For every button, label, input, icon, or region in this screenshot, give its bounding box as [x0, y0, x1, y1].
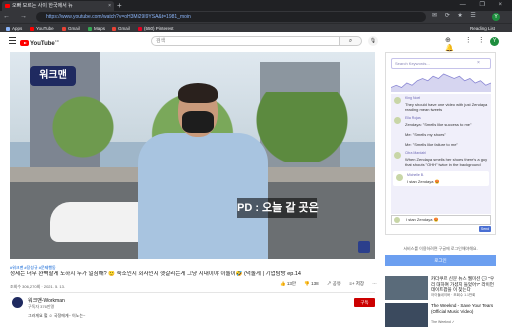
user-avatar-icon	[394, 217, 400, 223]
youtube-logo[interactable]: YouTubeKR	[20, 37, 59, 47]
recommendation-item[interactable]: The Weeknd - Save Your Tears (Official M…	[385, 303, 496, 327]
search-icon[interactable]: ⌕	[340, 36, 362, 46]
channel-watermark[interactable]	[358, 241, 370, 253]
youtube-header: YouTubeKR 검색 ⌕ 🎙 ⊕ ⋮⋮ 🔔 Y	[0, 32, 512, 52]
subscribe-button[interactable]: 구독	[354, 298, 375, 307]
youtube-favicon-icon	[5, 4, 10, 8]
menu-icon[interactable]	[9, 37, 16, 44]
like-button[interactable]: 👍 13만	[280, 281, 296, 286]
maps-icon	[88, 26, 92, 31]
channel-name[interactable]: 워크맨-Workman	[28, 297, 65, 304]
save-button[interactable]: ≡+ 저장	[349, 281, 364, 286]
url-field[interactable]: https://www.youtube.com/watch?v=oH3Mi29I…	[36, 12, 426, 22]
youtube-icon	[30, 26, 34, 31]
user-avatar-icon	[394, 117, 401, 124]
divider	[10, 292, 375, 293]
mic-icon[interactable]: 🎙	[368, 36, 378, 46]
activity-graph	[391, 73, 491, 92]
video-description: 그러게요 헐 ☺ 국정에게~ 이노는~	[28, 313, 86, 318]
tab-close-icon[interactable]: ×	[108, 1, 111, 11]
video-actions: 👍 13만 👎 138 ↗ 공유 ≡+ 저장 ⋯	[280, 281, 384, 287]
user-avatar[interactable]: Y	[490, 37, 499, 46]
chat-message: Me: "Smells my shoes"	[405, 132, 446, 137]
recommendation-title[interactable]: The Weeknd - Save Your Tears (Official M…	[431, 303, 496, 319]
gmail-icon	[62, 26, 66, 31]
video-player[interactable]: 워크맨 PD : 오늘 갈 곳은	[10, 52, 375, 259]
channel-avatar[interactable]	[12, 297, 23, 308]
subscriber-count: 구독자 376만명	[28, 304, 55, 309]
view-count: 조회수 306,270회 · 2021. 5. 13.	[10, 284, 65, 289]
more-button[interactable]: ⋯	[372, 281, 377, 286]
search-input[interactable]: 검색	[151, 36, 340, 46]
chat-message: Citra Mardahl When Zendaya smells her sho…	[391, 149, 491, 169]
tab-strip: 오빠 모르는 사이 한국에서 뉴 × + — ❐ ×	[0, 0, 512, 11]
user-avatar-icon	[394, 152, 401, 159]
extension-icons[interactable]: ✉ ⟳ ★ ☰	[432, 12, 479, 19]
person-image	[138, 67, 268, 259]
address-bar: ← → ⟳ https://www.youtube.com/watch?v=oH…	[0, 11, 512, 23]
profile-avatar[interactable]: Y	[492, 13, 500, 21]
recommendation-title[interactable]: 카더쿠르 신문 뉴스 웹미션 💬 "우리 대하여 가셨지 들었어?" 라이언 데…	[431, 276, 496, 292]
share-button[interactable]: ↗ 공유	[327, 281, 341, 286]
chat-message: Me: "Smells like failure to me"	[405, 142, 458, 147]
send-button[interactable]: Send	[479, 226, 491, 232]
login-note: 서비스를 이용하려면 구글에 로그인해야해요.	[403, 246, 478, 251]
dislike-button[interactable]: 👎 138	[304, 281, 318, 286]
play-logo-icon	[20, 40, 29, 46]
video-thumbnail[interactable]	[385, 303, 428, 327]
video-title: 정세는 너무 완벽할게 노하지 누가 일침해? 🙂 숙소인지 회사인지 헷갈리는…	[10, 271, 301, 277]
login-button[interactable]: 로그인	[385, 255, 496, 266]
chat-panel: Search Keywords... × King Noel They shoul…	[385, 52, 496, 235]
chat-composer: I stan Zendaya 😍 Send	[391, 215, 491, 233]
new-tab-button[interactable]: +	[117, 0, 122, 11]
browser-tab[interactable]: 오빠 모르는 사이 한국에서 뉴 ×	[2, 1, 114, 11]
chat-input-field[interactable]: I stan Zendaya 😍	[391, 215, 491, 225]
video-caption: PD : 오늘 갈 곳은	[237, 198, 319, 218]
chat-message-own: Michelle B. I stan Zendaya 😍	[393, 171, 489, 186]
chat-search-input[interactable]: Search Keywords...	[391, 58, 491, 69]
chat-message: King Noel They should have one video with…	[391, 94, 491, 114]
recommendation-meta: 아이돌네이버 · 조회수 1.1만회	[431, 293, 476, 297]
recommendation-meta: The Weeknd ✓	[431, 320, 455, 324]
pinterest-icon	[138, 26, 142, 31]
apps-icon	[6, 26, 10, 31]
user-avatar-icon	[396, 174, 403, 181]
clear-icon[interactable]: ×	[477, 60, 480, 66]
tab-title: 오빠 모르는 사이 한국에서 뉴	[12, 3, 73, 9]
recommendation-item[interactable]: 카더쿠르 신문 뉴스 웹미션 💬 "우리 대하여 가셨지 들었어?" 라이언 데…	[385, 276, 496, 300]
gmail-icon	[112, 26, 116, 31]
window-controls[interactable]: — ❐ ×	[460, 1, 508, 8]
user-avatar-icon	[394, 97, 401, 104]
chat-message: Ella Rojas Zendaya: "Smells like success …	[391, 114, 491, 129]
video-thumbnail[interactable]	[385, 276, 428, 300]
channel-logo-overlay: 워크맨	[30, 66, 76, 86]
header-icons[interactable]: ⊕ ⋮⋮ 🔔	[445, 36, 512, 52]
bookmarks-bar: Apps YouTube Gmail Maps Gmail (550) Pint…	[0, 23, 512, 32]
message-list[interactable]: King Noel They should have one video with…	[391, 94, 491, 214]
